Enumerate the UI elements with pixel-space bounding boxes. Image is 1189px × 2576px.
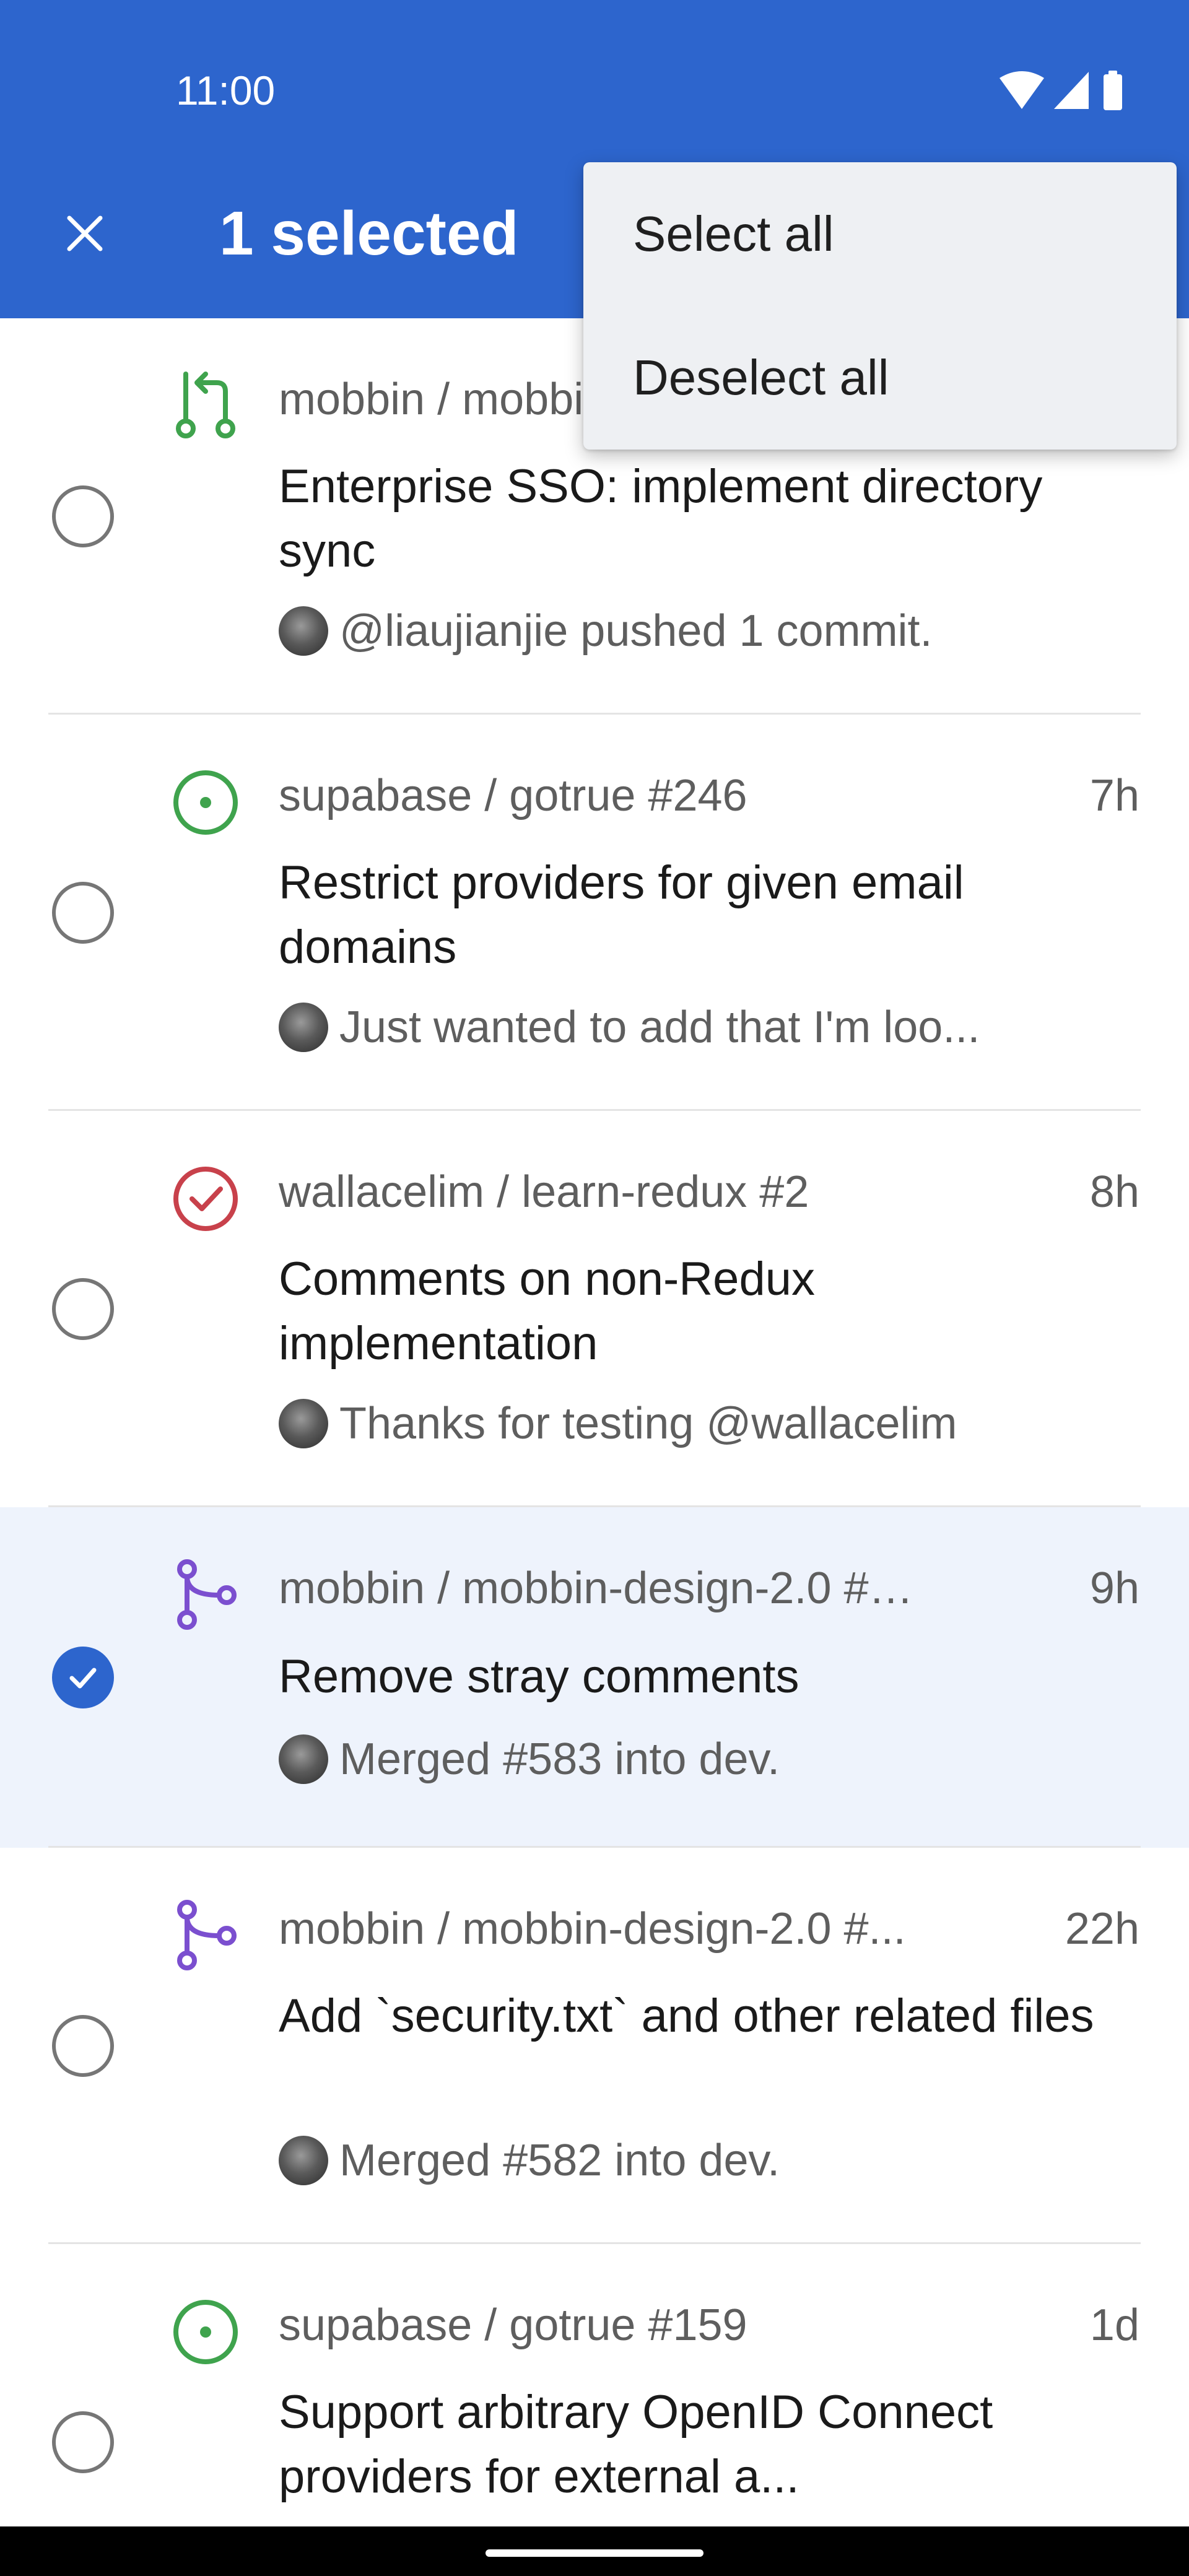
- list-item[interactable]: wallacelim / learn-redux #2 8h Comments …: [0, 1111, 1189, 1507]
- status-time: 11:00: [176, 67, 276, 113]
- merged-icon: [177, 1559, 237, 1630]
- notification-title: Remove stray comments: [279, 1650, 799, 1703]
- avatar: [279, 1399, 328, 1448]
- close-button[interactable]: [51, 199, 119, 268]
- select-checkbox[interactable]: [52, 882, 114, 944]
- select-checkbox[interactable]: [52, 2411, 114, 2473]
- issue-closed-icon: [173, 1167, 238, 1231]
- close-icon: [67, 215, 103, 251]
- snippet: Merged #583 into dev.: [279, 1731, 1139, 1787]
- pull-request-icon: [176, 372, 235, 438]
- time-label: 9h: [1089, 1564, 1139, 1613]
- repo-label: mobbin / mobbin-design-2.0 #...: [279, 1904, 906, 1954]
- list-item[interactable]: supabase / gotrue #159 1d Support arbitr…: [0, 2244, 1189, 2554]
- time-label: 22h: [1065, 1904, 1139, 1954]
- snippet-text: @liaujianjie pushed 1 commit.: [339, 606, 933, 656]
- battery-icon: [1104, 71, 1122, 110]
- page-title: 1 selected: [219, 199, 519, 268]
- snippet-text: Merged #582 into dev.: [339, 2136, 780, 2185]
- menu-item-deselect-all[interactable]: Deselect all: [583, 306, 1177, 450]
- list-item[interactable]: mobbin / mobbin-design-2.0 #... 22h Add …: [0, 1848, 1189, 2244]
- repo-label: mobbin / mobbin-design-2.0 #5...: [279, 1564, 929, 1613]
- repo-label: supabase / gotrue #246: [279, 771, 747, 820]
- overflow-menu: Select all Deselect all: [583, 162, 1177, 450]
- avatar: [279, 2136, 328, 2185]
- wifi-icon: [1000, 71, 1044, 109]
- repo-label: supabase / gotrue #159: [279, 2300, 747, 2350]
- snippet: Thanks for testing @wallacelim: [279, 1396, 1139, 1451]
- avatar: [279, 606, 328, 656]
- select-checkbox[interactable]: [52, 485, 114, 547]
- issue-open-icon: [173, 2300, 238, 2364]
- notification-title: Support arbitrary OpenID Connect provide…: [279, 2386, 993, 2503]
- notification-title: Comments on non-Redux implementation: [279, 1253, 815, 1370]
- check-icon: [69, 1668, 97, 1689]
- snippet: Merged #582 into dev.: [279, 2133, 1139, 2188]
- notification-list: mobbin / mobbin-design-2.0 Enterprise SS…: [0, 318, 1189, 2554]
- snippet-text: Just wanted to add that I'm loo...: [339, 1003, 980, 1052]
- snippet-text: Thanks for testing @wallacelim: [339, 1399, 957, 1448]
- time-label: 7h: [1089, 771, 1139, 820]
- select-checkbox[interactable]: [52, 1278, 114, 1340]
- home-gesture-handle[interactable]: [486, 2549, 703, 2557]
- select-checkbox[interactable]: [52, 2015, 114, 2077]
- notification-title: Restrict providers for given email domai…: [279, 856, 964, 973]
- issue-open-icon: [173, 770, 238, 835]
- status-icons: [998, 68, 1135, 111]
- notification-title: Add `security.txt` and other related fil…: [279, 1990, 1094, 2042]
- snippet: @liaujianjie pushed 1 commit.: [279, 603, 1139, 659]
- avatar: [279, 1734, 328, 1784]
- list-item[interactable]: supabase / gotrue #246 7h Restrict provi…: [0, 715, 1189, 1111]
- avatar: [279, 1003, 328, 1052]
- time-label: 8h: [1089, 1167, 1139, 1217]
- select-checkbox[interactable]: [52, 1647, 114, 1708]
- snippet: Just wanted to add that I'm loo...: [279, 999, 1139, 1055]
- snippet-text: Merged #583 into dev.: [339, 1734, 780, 1784]
- merged-icon: [177, 1900, 237, 1970]
- list-item[interactable]: mobbin / mobbin-design-2.0 #5... 9h Remo…: [0, 1507, 1189, 1848]
- menu-item-select-all[interactable]: Select all: [583, 162, 1177, 306]
- time-label: 1d: [1089, 2300, 1139, 2350]
- signal-icon: [1054, 72, 1089, 109]
- repo-label: wallacelim / learn-redux #2: [279, 1167, 809, 1217]
- notification-title: Enterprise SSO: implement directory sync: [279, 460, 1043, 577]
